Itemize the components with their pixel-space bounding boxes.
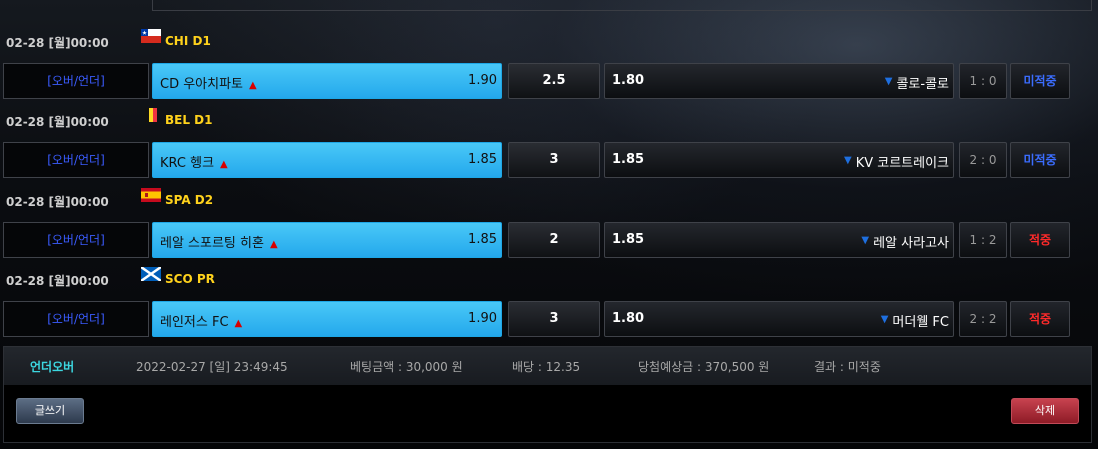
handicap-line[interactable]: 3 <box>508 142 600 178</box>
summary-expected-win: 당첨예상금 : 370,500 원 <box>638 360 770 374</box>
over-arrow-icon: ▲ <box>220 159 228 170</box>
result-badge: 적중 <box>1010 301 1070 337</box>
league-header: 02-28 [월]00:00 SPA D2 <box>0 184 600 214</box>
home-bet-button[interactable]: CD 우아치파토 ▲ 1.90 <box>152 63 502 99</box>
home-odds: 1.90 <box>468 73 497 88</box>
bet-summary-bar: 언더오버 2022-02-27 [일] 23:49:45 베팅금액 : 30,0… <box>3 346 1092 386</box>
league-name: CHI D1 <box>165 34 211 48</box>
chile-flag-icon <box>141 29 161 43</box>
away-bet-button[interactable]: 1.80 ▼ 머더웰 FC <box>604 301 954 337</box>
handicap-line[interactable]: 2 <box>508 222 600 258</box>
league-header: 02-28 [월]00:00 SCO PR <box>0 263 600 293</box>
bet-type-label: [오버/언더] <box>3 142 149 178</box>
spain-flag-icon <box>141 188 161 202</box>
bet-type-label: [오버/언더] <box>3 63 149 99</box>
bet-row: [오버/언더] CD 우아치파토 ▲ 1.90 2.5 1.80 ▼ 콜로-콜로 1… <box>0 63 1098 99</box>
under-arrow-icon: ▼ <box>884 76 893 87</box>
league-header: 02-28 [월]00:00 CHI D1 <box>0 25 600 55</box>
handicap-line[interactable]: 2.5 <box>508 63 600 99</box>
home-bet-button[interactable]: 레인저스 FC ▲ 1.90 <box>152 301 502 337</box>
match-block: 02-28 [월]00:00 CHI D1 [오버/언더] CD 우아치파토 ▲ … <box>0 25 1098 105</box>
match-block: 02-28 [월]00:00 SCO PR [오버/언더] 레인저스 FC ▲ 1… <box>0 263 1098 343</box>
delete-button[interactable]: 삭제 <box>1011 398 1079 424</box>
home-bet-button[interactable]: 레알 스포르팅 히혼 ▲ 1.85 <box>152 222 502 258</box>
match-date: 02-28 [월]00:00 <box>6 274 109 288</box>
away-team-name: 콜로-콜로 <box>896 77 949 92</box>
summary-datetime: 2022-02-27 [일] 23:49:45 <box>136 360 288 374</box>
match-date: 02-28 [월]00:00 <box>6 36 109 50</box>
summary-bet-amount: 베팅금액 : 30,000 원 <box>350 360 463 374</box>
bet-row: [오버/언더] 레인저스 FC ▲ 1.90 3 1.80 ▼ 머더웰 FC 2 :… <box>0 301 1098 337</box>
over-arrow-icon: ▲ <box>269 239 278 250</box>
under-arrow-icon: ▼ <box>880 314 889 325</box>
away-team-name: 레알 사라고사 <box>873 236 949 251</box>
over-arrow-icon: ▲ <box>249 80 257 91</box>
home-odds: 1.85 <box>468 152 497 167</box>
score: 1 : 2 <box>959 222 1007 258</box>
top-panel-edge <box>152 0 1092 11</box>
away-bet-button[interactable]: 1.80 ▼ 콜로-콜로 <box>604 63 954 99</box>
under-arrow-icon: ▼ <box>861 235 870 246</box>
home-team-name: 레인저스 FC <box>160 315 229 330</box>
match-block: 02-28 [월]00:00 SPA D2 [오버/언더] 레알 스포르팅 히혼… <box>0 184 1098 264</box>
match-block: 02-28 [월]00:00 BEL D1 [오버/언더] KRC 헹크 ▲ 1.… <box>0 104 1098 184</box>
over-arrow-icon: ▲ <box>234 318 243 329</box>
bet-footer: 글쓰기 삭제 <box>3 385 1092 443</box>
home-odds: 1.90 <box>468 311 497 326</box>
belgium-flag-icon <box>145 108 157 122</box>
write-post-button[interactable]: 글쓰기 <box>16 398 84 424</box>
result-badge: 적중 <box>1010 222 1070 258</box>
away-odds: 1.85 <box>612 232 645 247</box>
bet-type-label: [오버/언더] <box>3 301 149 337</box>
summary-bet-type: 언더오버 <box>30 360 75 374</box>
league-header: 02-28 [월]00:00 BEL D1 <box>0 104 600 134</box>
away-odds: 1.80 <box>612 73 645 88</box>
match-date: 02-28 [월]00:00 <box>6 115 109 129</box>
bet-row: [오버/언더] KRC 헹크 ▲ 1.85 3 1.85 ▼ KV 코르트레이크 2… <box>0 142 1098 178</box>
score: 2 : 0 <box>959 142 1007 178</box>
home-bet-button[interactable]: KRC 헹크 ▲ 1.85 <box>152 142 502 178</box>
summary-odds: 배당 : 12.35 <box>512 360 581 374</box>
home-team-name: KRC 헹크 <box>160 156 215 171</box>
away-team-name: KV 코르트레이크 <box>855 156 949 171</box>
home-team-name: 레알 스포르팅 히혼 <box>160 236 264 251</box>
away-odds: 1.85 <box>612 152 645 167</box>
away-team-name: 머더웰 FC <box>892 315 949 330</box>
away-bet-button[interactable]: 1.85 ▼ 레알 사라고사 <box>604 222 954 258</box>
handicap-line[interactable]: 3 <box>508 301 600 337</box>
result-badge: 미적중 <box>1010 142 1070 178</box>
league-name: SPA D2 <box>165 193 214 207</box>
home-team-name: CD 우아치파토 <box>160 77 244 92</box>
bet-type-label: [오버/언더] <box>3 222 149 258</box>
scotland-flag-icon <box>141 267 161 281</box>
score: 1 : 0 <box>959 63 1007 99</box>
score: 2 : 2 <box>959 301 1007 337</box>
away-bet-button[interactable]: 1.85 ▼ KV 코르트레이크 <box>604 142 954 178</box>
summary-result: 결과 : 미적중 <box>814 360 881 374</box>
league-name: BEL D1 <box>165 113 213 127</box>
under-arrow-icon: ▼ <box>843 155 852 166</box>
bet-row: [오버/언더] 레알 스포르팅 히혼 ▲ 1.85 2 1.85 ▼ 레알 사라고사… <box>0 222 1098 258</box>
home-odds: 1.85 <box>468 232 497 247</box>
result-badge: 미적중 <box>1010 63 1070 99</box>
away-odds: 1.80 <box>612 311 645 326</box>
match-date: 02-28 [월]00:00 <box>6 195 109 209</box>
league-name: SCO PR <box>165 272 215 286</box>
